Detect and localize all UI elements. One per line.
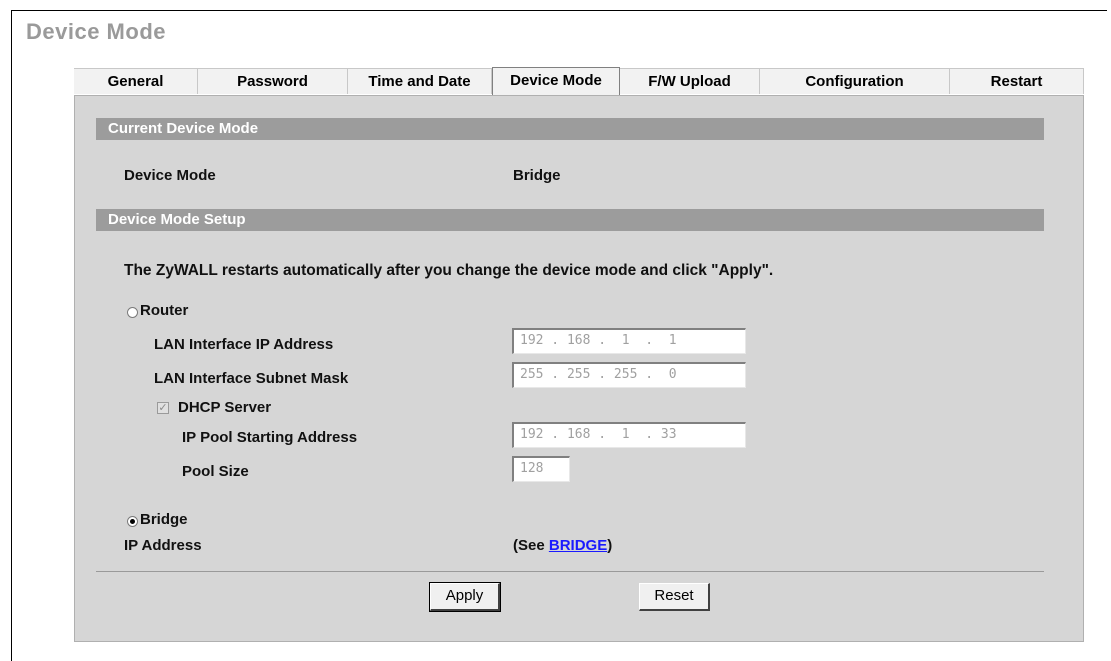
tab-configuration[interactable]: Configuration (760, 68, 950, 94)
bridge-ip-label: IP Address (124, 537, 202, 554)
pool-start-input[interactable]: 192 . 168 . 1 . 33 (512, 422, 746, 448)
tab-general[interactable]: General (74, 68, 198, 94)
tab-device-mode[interactable]: Device Mode (492, 67, 620, 95)
tab-time-and-date[interactable]: Time and Date (348, 68, 492, 94)
lan-ip-input[interactable]: 192 . 168 . 1 . 1 (512, 328, 746, 354)
tab-restart[interactable]: Restart (950, 68, 1084, 94)
bridge-radio[interactable] (127, 516, 138, 527)
reset-button[interactable]: Reset (639, 583, 710, 611)
see-suffix: ) (607, 537, 613, 554)
dhcp-server-label: DHCP Server (178, 399, 272, 416)
lan-ip-label: LAN Interface IP Address (154, 336, 334, 353)
divider (96, 571, 1044, 572)
restart-notice: The ZyWALL restarts automatically after … (124, 262, 774, 279)
tab-password[interactable]: Password (198, 68, 348, 94)
pool-start-label: IP Pool Starting Address (182, 429, 358, 446)
tab-fw-upload[interactable]: F/W Upload (620, 68, 760, 94)
router-label: Router (140, 302, 189, 319)
router-radio[interactable] (127, 307, 138, 318)
dhcp-server-checkbox[interactable]: ✓ (157, 402, 169, 414)
device-mode-value: Bridge (513, 167, 561, 184)
bridge-see-note: (See BRIDGE) (513, 537, 612, 554)
lan-mask-input[interactable]: 255 . 255 . 255 . 0 (512, 362, 746, 388)
see-prefix: (See (513, 537, 549, 554)
page-title: Device Mode (26, 19, 166, 44)
pool-size-input[interactable]: 128 (512, 456, 570, 482)
bridge-link[interactable]: BRIDGE (549, 537, 607, 554)
apply-button[interactable]: Apply (429, 582, 501, 612)
section-device-mode-setup: Device Mode Setup (96, 209, 1044, 231)
pool-size-label: Pool Size (182, 463, 249, 480)
section-current-device-mode: Current Device Mode (96, 118, 1044, 140)
bridge-label: Bridge (140, 511, 188, 528)
device-mode-label: Device Mode (124, 167, 216, 184)
lan-mask-label: LAN Interface Subnet Mask (154, 370, 349, 387)
